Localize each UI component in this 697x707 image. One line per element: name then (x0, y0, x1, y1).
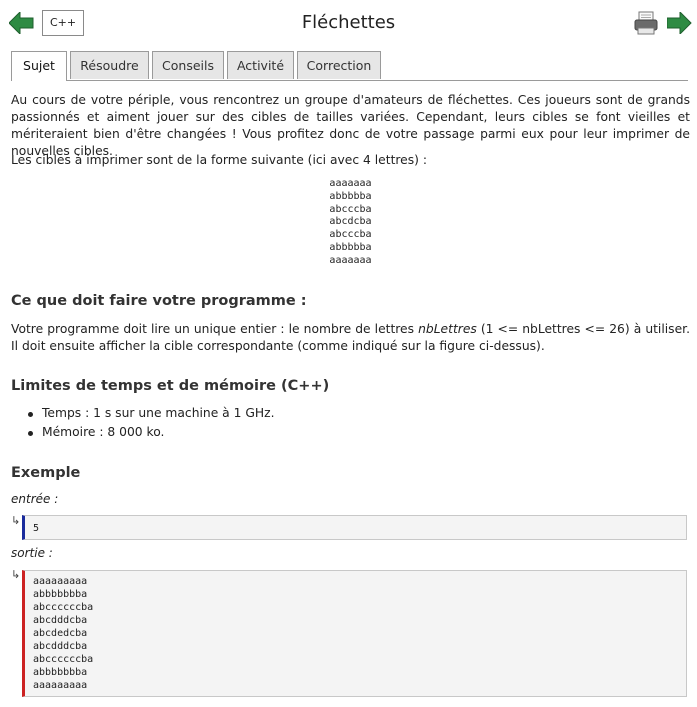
figure-line: aaaaaaa (329, 254, 372, 266)
tab-activite[interactable]: Activité (227, 51, 294, 79)
tab-bar: Sujet Résoudre Conseils Activité Correct… (11, 51, 688, 81)
limit-time: Temps : 1 s sur une machine à 1 GHz. (25, 404, 274, 423)
program-text-part1: Votre programme doit lire un unique enti… (11, 322, 419, 336)
return-icon: ↳ (11, 568, 21, 581)
output-line: abbbbbbba (33, 589, 88, 600)
tab-resoudre[interactable]: Résoudre (70, 51, 149, 79)
figure-line: abcccba (329, 203, 372, 215)
figure-line: abbbbba (329, 241, 372, 253)
output-line: abccccccba (33, 602, 94, 613)
program-paragraph: Votre programme doit lire un unique enti… (11, 321, 690, 355)
output-line: abbbbbbba (33, 667, 88, 678)
example-input: 5 (22, 515, 687, 540)
output-line: abcdddcba (33, 615, 88, 626)
output-line: abcdedcba (33, 628, 88, 639)
tab-correction[interactable]: Correction (297, 51, 381, 79)
tab-sujet[interactable]: Sujet (11, 51, 67, 81)
example-output: aaaaaaaaa abbbbbbba abccccccba abcdddcba… (22, 570, 687, 697)
header: C++ Fléchettes (0, 0, 697, 48)
form-intro-paragraph: Les cibles à imprimer sont de la forme s… (11, 153, 427, 167)
output-line: aaaaaaaaa (33, 576, 88, 587)
example-heading: Exemple (11, 465, 81, 481)
output-line: abccccccba (33, 654, 94, 665)
return-icon: ↳ (11, 514, 21, 527)
printer-icon[interactable] (634, 11, 658, 38)
intro-paragraph: Au cours de votre périple, vous rencontr… (11, 93, 690, 158)
figure-line: abcccba (329, 229, 372, 241)
arrow-right-icon[interactable] (666, 10, 692, 37)
output-line: aaaaaaaaa (33, 680, 88, 691)
figure-line: abbbbba (329, 190, 372, 202)
tab-conseils[interactable]: Conseils (152, 51, 224, 79)
program-variable: nbLettres (418, 322, 477, 336)
figure-line: aaaaaaa (329, 178, 372, 189)
program-heading: Ce que doit faire votre programme : (11, 293, 307, 309)
limit-memory: Mémoire : 8 000 ko. (25, 423, 274, 442)
figure-line: abcdcba (329, 216, 372, 228)
target-figure: aaaaaaa abbbbba abcccba abcdcba abcccba … (11, 178, 690, 268)
limits-heading: Limites de temps et de mémoire (C++) (11, 378, 330, 394)
page-title: Fléchettes (301, 12, 396, 33)
output-line: abcdddcba (33, 641, 88, 652)
output-label: sortie : (11, 546, 53, 560)
input-label: entrée : (11, 492, 59, 506)
limits-list: Temps : 1 s sur une machine à 1 GHz. Mém… (25, 404, 274, 442)
